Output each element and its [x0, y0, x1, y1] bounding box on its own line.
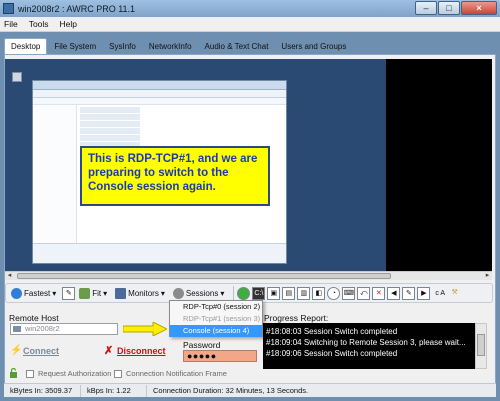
sessions-dropdown[interactable]: Sessions ▾ — [171, 285, 226, 301]
minimize-button[interactable]: – — [415, 1, 437, 15]
tab-users-groups[interactable]: Users and Groups — [275, 39, 352, 54]
terminal-icon[interactable]: C:\ — [252, 286, 266, 300]
exit-icon[interactable]: ⤺ — [357, 286, 371, 300]
window-controls: – □ × — [414, 1, 497, 15]
status-duration: Connection Duration: 32 Minutes, 13 Seco… — [153, 385, 309, 395]
progress-log: #18:08:03 Session Switch completed #18:0… — [263, 323, 475, 369]
disconnect-button[interactable]: Disconnect — [117, 346, 166, 356]
connect-button[interactable]: Connect — [23, 346, 59, 356]
close-session-icon[interactable]: ✕ — [372, 286, 386, 300]
horizontal-scrollbar[interactable]: ◂ ▸ — [5, 271, 492, 280]
ctrl-alt-del-icon[interactable]: ▤ — [282, 286, 296, 300]
chat-icon[interactable]: ◔ — [327, 286, 341, 300]
fastest-label: Fastest — [24, 288, 51, 298]
tab-strip: Desktop File System SysInfo NetworkInfo … — [4, 34, 496, 54]
session-item-rdp-tcp1[interactable]: RDP-Tcp#1 (session 3) — [170, 313, 262, 325]
keyboard-icon[interactable]: ⌨ — [342, 286, 356, 300]
tab-audio-text-chat[interactable]: Audio & Text Chat — [199, 39, 275, 54]
close-button[interactable]: × — [461, 1, 497, 15]
log-scrollbar[interactable] — [475, 323, 487, 369]
scrollbar-thumb[interactable] — [17, 273, 391, 279]
remote-desktop-view[interactable]: This is RDP-TCP#1, and we are preparing … — [5, 59, 391, 280]
connection-notification-option[interactable]: Connection Notification Frame — [114, 369, 227, 378]
monitor-icon — [115, 287, 127, 299]
disconnect-icon: ✗ — [104, 345, 114, 357]
request-authorization-label: Request Authorization — [38, 369, 112, 378]
fit-dropdown[interactable]: Fit ▾ — [77, 285, 109, 301]
remote-host-label: Remote Host — [9, 313, 59, 323]
session-item-rdp-tcp0[interactable]: RDP-Tcp#0 (session 2) — [170, 301, 262, 313]
remote-host-value: win2008r2 — [25, 324, 60, 333]
extra-label: c A — [435, 289, 446, 297]
fit-icon — [79, 287, 91, 299]
tab-file-system[interactable]: File System — [48, 39, 102, 54]
connection-notification-label: Connection Notification Frame — [126, 369, 227, 378]
pointer-arrow-icon — [123, 322, 167, 336]
remote-black-area — [386, 59, 492, 280]
title-bar: win2008r2 : AWRC PRO 11.1 – □ × — [0, 0, 500, 17]
fit-label: Fit — [92, 288, 102, 298]
right-monitor-icon[interactable]: ▶ — [417, 286, 431, 300]
tab-networkinfo[interactable]: NetworkInfo — [143, 39, 198, 54]
app-icon — [3, 3, 14, 14]
computer-icon — [13, 326, 21, 332]
lock-screen-icon[interactable]: ▣ — [267, 286, 281, 300]
tab-desktop[interactable]: Desktop — [4, 38, 48, 54]
log-line: #18:09:06 Session Switch completed — [266, 349, 398, 358]
lock-icon — [10, 368, 17, 378]
password-label: Password — [183, 340, 221, 350]
tools-icon[interactable]: ⚒ — [448, 287, 461, 300]
menu-bar: File Tools Help — [0, 17, 500, 32]
sessions-label: Sessions — [185, 288, 219, 298]
menu-file[interactable]: File — [4, 19, 18, 29]
scroll-right-icon[interactable]: ▸ — [483, 272, 492, 280]
monitors-label: Monitors — [128, 288, 159, 298]
request-authorization-checkbox[interactable] — [26, 369, 34, 378]
progress-report-label: Progress Report: — [264, 313, 329, 323]
edit-icon[interactable]: ✎ — [402, 286, 416, 300]
refresh-icon[interactable] — [237, 286, 251, 300]
tab-sysinfo[interactable]: SysInfo — [103, 39, 142, 54]
sessions-menu: RDP-Tcp#0 (session 2) RDP-Tcp#1 (session… — [169, 300, 263, 337]
annotation-callout: This is RDP-TCP#1, and we are preparing … — [80, 146, 270, 206]
status-kbytes-in: kBytes In: 3509.37 — [4, 384, 81, 397]
menu-help[interactable]: Help — [60, 19, 77, 29]
connect-icon: ⚡ — [10, 345, 23, 356]
clipboard-icon[interactable]: ▥ — [297, 286, 311, 300]
recycle-bin-icon — [12, 72, 22, 82]
screenshot-icon[interactable]: ◧ — [312, 286, 326, 300]
scroll-left-icon[interactable]: ◂ — [5, 272, 14, 280]
pencil-icon[interactable]: ✎ — [62, 286, 76, 300]
fastest-dropdown[interactable]: Fastest ▾ — [9, 285, 58, 301]
menu-tools[interactable]: Tools — [29, 19, 49, 29]
status-bar: kBytes In: 3509.37 kBps In: 1.22 Connect… — [4, 383, 496, 397]
password-field[interactable]: ●●●●● — [183, 350, 257, 362]
remote-host-field[interactable]: win2008r2 — [10, 323, 118, 335]
monitors-dropdown[interactable]: Monitors ▾ — [113, 285, 167, 301]
log-line: #18:08:03 Session Switch completed — [266, 327, 398, 336]
status-kbps-in: kBps In: 1.22 — [81, 384, 147, 397]
log-line: #18:09:04 Switching to Remote Session 3,… — [266, 338, 466, 347]
window-title: win2008r2 : AWRC PRO 11.1 — [18, 3, 136, 14]
speed-icon — [11, 287, 22, 299]
maximize-button[interactable]: □ — [438, 1, 460, 15]
left-monitor-icon[interactable]: ◀ — [387, 286, 401, 300]
sessions-icon — [172, 287, 184, 299]
session-item-console[interactable]: Console (session 4) — [170, 325, 262, 337]
connection-notification-checkbox[interactable] — [114, 369, 122, 378]
request-authorization-option[interactable]: Request Authorization — [26, 369, 111, 378]
